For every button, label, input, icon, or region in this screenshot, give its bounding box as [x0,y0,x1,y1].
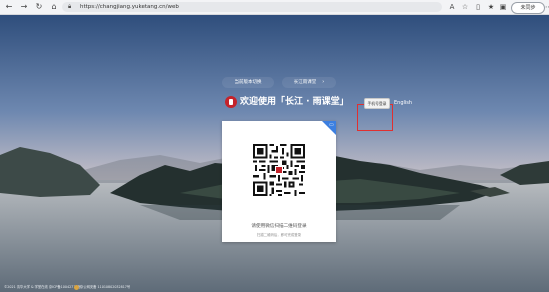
favorites-list-icon[interactable]: ★ [486,2,496,12]
sync-button[interactable]: 未同步 [511,2,545,14]
changjiang-label: 长江雨课堂 [293,80,317,85]
reload-icon[interactable]: ↻ [34,2,44,12]
version-switch-link[interactable]: 当前版本切换 [222,77,274,88]
changjiang-link[interactable]: 长江雨课堂 › [282,77,336,88]
address-url: https://changjiang.yuketang.cn/web [80,4,179,10]
login-qr-code [253,144,305,196]
favorite-icon[interactable]: ☆ [460,2,470,12]
copyright-text: ©2021 清华大学 & 学堂在线 京ICP备10042774号 [4,285,81,289]
version-switch-label: 当前版本切换 [234,80,262,85]
monitor-icon: ▭ [329,122,334,128]
phone-login-button[interactable]: 手机号登录 [364,98,390,109]
qr-hint-text: 请使用微信扫描二维码登录 [251,224,307,229]
english-link[interactable]: English [394,99,412,107]
translate-icon[interactable]: A [447,2,457,12]
forward-icon[interactable]: → [19,2,29,12]
rain-classroom-logo [225,96,237,108]
back-icon[interactable]: ← [4,2,14,12]
split-screen-icon[interactable]: ▯ [473,2,483,12]
police-record-text[interactable]: 京公网安备 11010802032817号 [80,285,130,290]
browser-toolbar: ← → ↻ ⌂ 🔒︎ https://changjiang.yuketang.c… [0,0,549,15]
lock-icon: 🔒︎ [68,3,72,10]
collections-icon[interactable]: ▣ [498,2,508,12]
address-bar[interactable]: 🔒︎ https://changjiang.yuketang.cn/web [62,2,442,12]
police-badge-icon [74,285,79,290]
qr-sub-text: 扫描二维码后，即可完成登录 [256,233,302,237]
chevron-right-icon: › [322,79,325,85]
home-icon[interactable]: ⌂ [49,2,59,12]
login-page: 当前版本切换 长江雨课堂 › 欢迎使用「长江 · 雨课堂」 手机号登录 Engli… [0,15,549,292]
more-icon[interactable]: ⋯ [545,2,549,12]
welcome-title: 欢迎使用「长江 · 雨课堂」 [240,97,349,107]
